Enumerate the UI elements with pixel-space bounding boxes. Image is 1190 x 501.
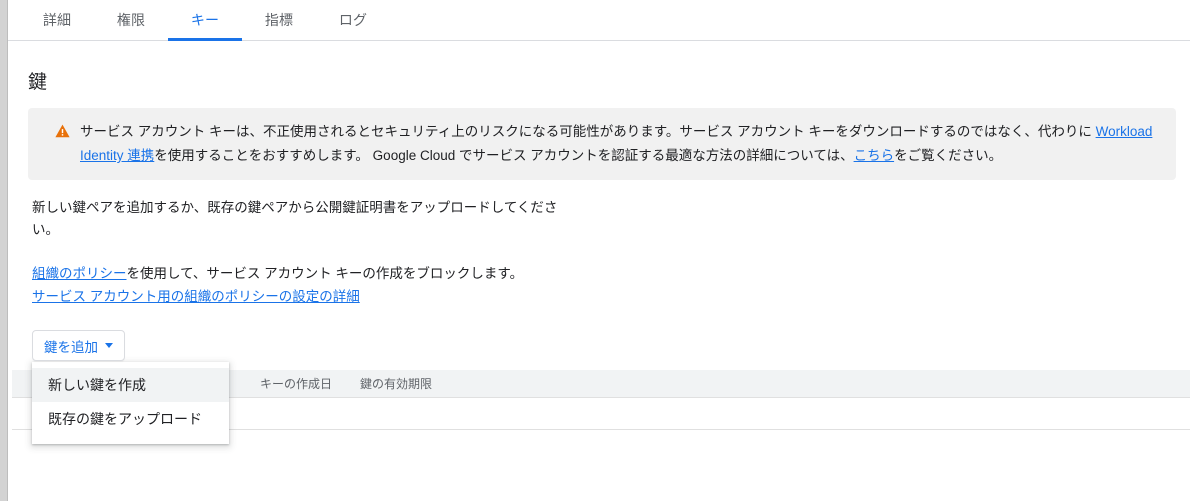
menu-item-create-new-key[interactable]: 新しい鍵を作成	[32, 368, 229, 402]
org-policy-details-line: サービス アカウント用の組織のポリシーの設定の詳細	[32, 286, 1190, 308]
org-policy-details-link[interactable]: サービス アカウント用の組織のポリシーの設定の詳細	[32, 289, 360, 304]
security-warning-banner: サービス アカウント キーは、不正使用されるとセキュリティ上のリスクになる可能性…	[28, 108, 1176, 180]
banner-text-part3: をご覧ください。	[894, 148, 1003, 163]
tab-logs-label: ログ	[338, 12, 368, 28]
menu-item-create-new-key-label: 新しい鍵を作成	[48, 377, 146, 393]
add-key-dropdown-menu[interactable]: 新しい鍵を作成 既存の鍵をアップロード	[32, 362, 229, 444]
add-key-action-area: 鍵を追加 新しい鍵を作成 既存の鍵をアップロード キーの作成日 鍵の有効期限	[12, 330, 1190, 444]
org-policy-line: 組織のポリシーを使用して、サービス アカウント キーの作成をブロックします。	[32, 266, 523, 281]
main-content: 鍵 サービス アカウント キーは、不正使用されるとセキュリティ上のリスクになる可…	[8, 67, 1190, 444]
column-header-key-creation-date: キーの作成日	[260, 377, 333, 391]
tab-permissions-label: 権限	[116, 12, 146, 28]
tab-details-label: 詳細	[42, 12, 72, 28]
tab-logs[interactable]: ログ	[316, 0, 390, 40]
window-left-gutter	[0, 0, 8, 501]
add-key-button[interactable]: 鍵を追加	[32, 330, 125, 361]
tab-bar: 詳細 権限 キー 指標 ログ	[8, 0, 1190, 41]
menu-item-upload-existing-key[interactable]: 既存の鍵をアップロード	[32, 402, 229, 436]
org-policy-text: を使用して、サービス アカウント キーの作成をブロックします。	[126, 266, 524, 281]
chevron-down-icon	[105, 343, 113, 348]
tab-metrics-label: 指標	[264, 12, 294, 28]
org-policy-block: 組織のポリシーを使用して、サービス アカウント キーの作成をブロックします。 サ…	[32, 263, 1190, 308]
tab-keys[interactable]: キー	[168, 0, 242, 41]
page-title: 鍵	[28, 72, 48, 93]
tab-metrics[interactable]: 指標	[242, 0, 316, 40]
banner-text: サービス アカウント キーは、不正使用されるとセキュリティ上のリスクになる可能性…	[80, 120, 1160, 168]
learn-more-link[interactable]: こちら	[854, 148, 895, 163]
add-key-button-label: 鍵を追加	[44, 339, 98, 355]
banner-text-part2: を使用することをおすすめします。 Google Cloud でサービス アカウン…	[154, 148, 854, 163]
keys-description: 新しい鍵ペアを追加するか、既存の鍵ペアから公開鍵証明書をアップロードしてください…	[32, 200, 558, 237]
warning-triangle-icon	[44, 120, 80, 138]
tab-details[interactable]: 詳細	[20, 0, 94, 40]
page-container: 詳細 権限 キー 指標 ログ 鍵 サービス アカウント キーは、不正使用されると…	[8, 0, 1190, 501]
menu-item-upload-existing-key-label: 既存の鍵をアップロード	[48, 411, 202, 427]
banner-text-part1: サービス アカウント キーは、不正使用されるとセキュリティ上のリスクになる可能性…	[80, 124, 1096, 139]
tab-keys-label: キー	[190, 12, 220, 28]
column-header-key-expiry-date: 鍵の有効期限	[360, 377, 433, 391]
tab-permissions[interactable]: 権限	[94, 0, 168, 40]
org-policy-link[interactable]: 組織のポリシー	[32, 266, 127, 281]
